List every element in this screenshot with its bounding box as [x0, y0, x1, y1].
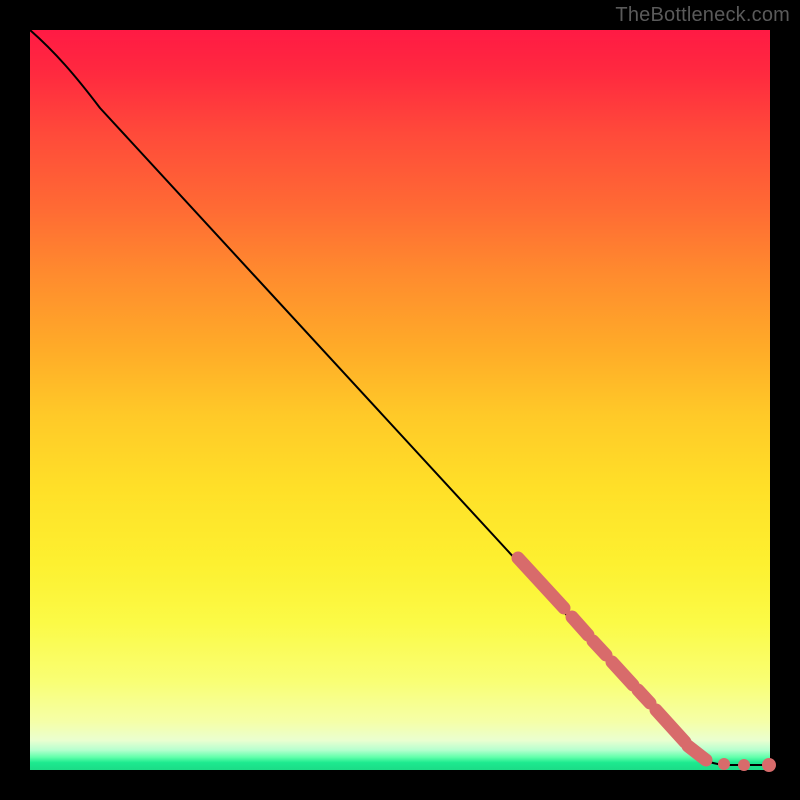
seg-5: [638, 690, 650, 703]
dot-2: [738, 759, 750, 771]
watermark-text: TheBottleneck.com: [615, 4, 790, 27]
seg-3: [593, 641, 606, 655]
seg-7: [688, 746, 706, 760]
chart-svg: [30, 30, 770, 770]
highlight-segments: [518, 558, 706, 760]
seg-1: [518, 558, 564, 608]
chart-frame: TheBottleneck.com: [0, 0, 800, 800]
highlight-dots: [718, 758, 776, 772]
plot-area: [30, 30, 770, 770]
seg-6: [656, 710, 685, 742]
seg-4: [612, 662, 633, 685]
dot-1: [718, 758, 730, 770]
dot-3: [762, 758, 776, 772]
main-curve: [30, 30, 770, 765]
seg-2: [572, 617, 588, 635]
